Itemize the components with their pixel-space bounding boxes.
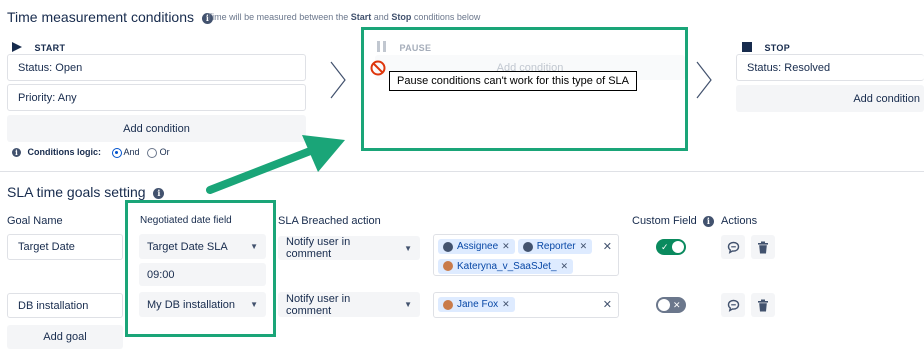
logic-and-label: And: [123, 147, 140, 157]
info-icon[interactable]: i: [702, 215, 714, 227]
remove-icon[interactable]: ✕: [580, 241, 588, 252]
comment-icon: [727, 241, 739, 254]
sla-goals-title: SLA time goals setting i: [7, 184, 165, 200]
clear-icon[interactable]: ✕: [603, 298, 612, 311]
breached-action-value: Notify user in comment: [286, 236, 351, 260]
add-goal-button[interactable]: Add goal: [7, 325, 123, 349]
recipient-name: Jane Fox: [457, 299, 499, 310]
column-header-actions: Actions: [721, 215, 758, 227]
recipients-field[interactable]: Assignee ✕ Reporter ✕ Kateryna_v_SaaSJet_ ✕ …: [433, 234, 619, 276]
play-icon: [12, 41, 22, 52]
delete-button[interactable]: [751, 293, 775, 317]
chevron-right-icon: [696, 61, 712, 99]
stop-label: STOP: [764, 43, 790, 53]
recipient-name: Kateryna_v_SaaSJet_: [457, 260, 557, 272]
logic-and-radio[interactable]: [111, 147, 122, 158]
comment-icon: [727, 299, 739, 312]
user-icon: [522, 241, 533, 252]
start-condition-status-text: Status: Open: [18, 61, 83, 74]
chevron-down-icon: ▼: [404, 243, 412, 253]
start-condition-priority[interactable]: Priority: Any: [7, 84, 306, 111]
start-condition-priority-text: Priority: Any: [18, 91, 77, 104]
add-goal-label: Add goal: [43, 331, 87, 343]
recipient-chip: Jane Fox ✕: [438, 297, 515, 312]
logic-or-label: Or: [159, 147, 170, 157]
goal-name-text: Target Date: [18, 241, 75, 253]
delete-button[interactable]: [751, 235, 775, 259]
conditions-logic-label: Conditions logic:: [27, 147, 102, 157]
start-add-condition-label: Add condition: [123, 122, 190, 135]
remove-icon[interactable]: ✕: [502, 299, 510, 310]
logic-or-radio[interactable]: [147, 147, 158, 158]
remove-icon[interactable]: ✕: [502, 241, 510, 252]
time-measurement-title-text: Time measurement conditions: [7, 9, 195, 25]
section-divider: [0, 171, 924, 172]
trash-icon: [758, 241, 768, 253]
hint-suffix: conditions below: [413, 12, 481, 22]
column-header-custom-field: Custom Field i: [632, 215, 714, 227]
toggle-knob: [658, 299, 670, 311]
stop-condition-status-text: Status: Resolved: [747, 61, 831, 74]
chevron-right-icon: [330, 61, 346, 99]
hint-stop: Stop: [391, 12, 412, 22]
start-label: START: [34, 43, 66, 53]
column-header-custom-field-text: Custom Field: [632, 215, 697, 227]
hint-start: Start: [350, 12, 372, 22]
breached-action-value: Notify user in comment: [286, 292, 351, 317]
stop-condition-status[interactable]: Status: Resolved: [736, 54, 924, 81]
comment-button[interactable]: [721, 293, 745, 317]
close-icon: ✕: [673, 300, 681, 310]
start-condition-status[interactable]: Status: Open: [7, 54, 306, 81]
recipient-chip: Kateryna_v_SaaSJet_ ✕: [438, 258, 574, 274]
sla-goals-title-text: SLA time goals setting: [7, 184, 146, 200]
negotiated-highlight-box: [125, 200, 276, 337]
info-icon[interactable]: i: [153, 187, 165, 199]
time-measurement-hint: Time will be measured between the Start …: [207, 12, 480, 22]
chevron-down-icon: ▼: [404, 300, 412, 309]
custom-field-toggle[interactable]: ✕: [656, 297, 686, 313]
recipients-field[interactable]: Jane Fox ✕ ✕: [433, 292, 619, 318]
toggle-knob: [672, 241, 684, 253]
recipient-chip: Assignee ✕: [438, 239, 515, 254]
info-icon[interactable]: i: [12, 148, 21, 158]
column-header-goal-name: Goal Name: [7, 215, 63, 227]
stop-add-condition-button[interactable]: Add condition: [736, 85, 924, 112]
arrow-icon: [206, 135, 345, 194]
goal-name-text: DB installation: [18, 299, 89, 312]
trash-icon: [758, 299, 768, 311]
breached-action-select[interactable]: Notify user in comment ▼: [278, 236, 420, 260]
recipient-name: Assignee: [457, 241, 499, 252]
time-measurement-title: Time measurement conditions i: [7, 9, 213, 25]
pause-highlight-box: [361, 27, 688, 151]
avatar: [443, 261, 453, 271]
conditions-logic: i Conditions logic: And Or: [12, 147, 170, 158]
avatar: [443, 299, 453, 310]
breached-action-select[interactable]: Notify user in comment ▼: [278, 292, 420, 317]
hint-and: and: [373, 12, 389, 22]
goal-name-input[interactable]: DB installation: [7, 293, 123, 318]
clear-icon[interactable]: ✕: [603, 240, 612, 253]
stop-add-condition-label: Add condition: [853, 92, 920, 105]
column-header-breached: SLA Breached action: [278, 215, 381, 227]
comment-button[interactable]: [721, 235, 745, 259]
recipient-chip: Reporter ✕: [517, 239, 593, 254]
goal-name-input[interactable]: Target Date: [7, 234, 123, 260]
custom-field-toggle[interactable]: ✓: [656, 239, 686, 255]
stop-icon: [742, 41, 752, 52]
recipient-name: Reporter: [536, 241, 576, 252]
user-icon: [443, 241, 453, 252]
remove-icon[interactable]: ✕: [561, 261, 569, 272]
check-icon: ✓: [661, 242, 669, 252]
hint-text: Time will be measured between the: [207, 12, 349, 22]
